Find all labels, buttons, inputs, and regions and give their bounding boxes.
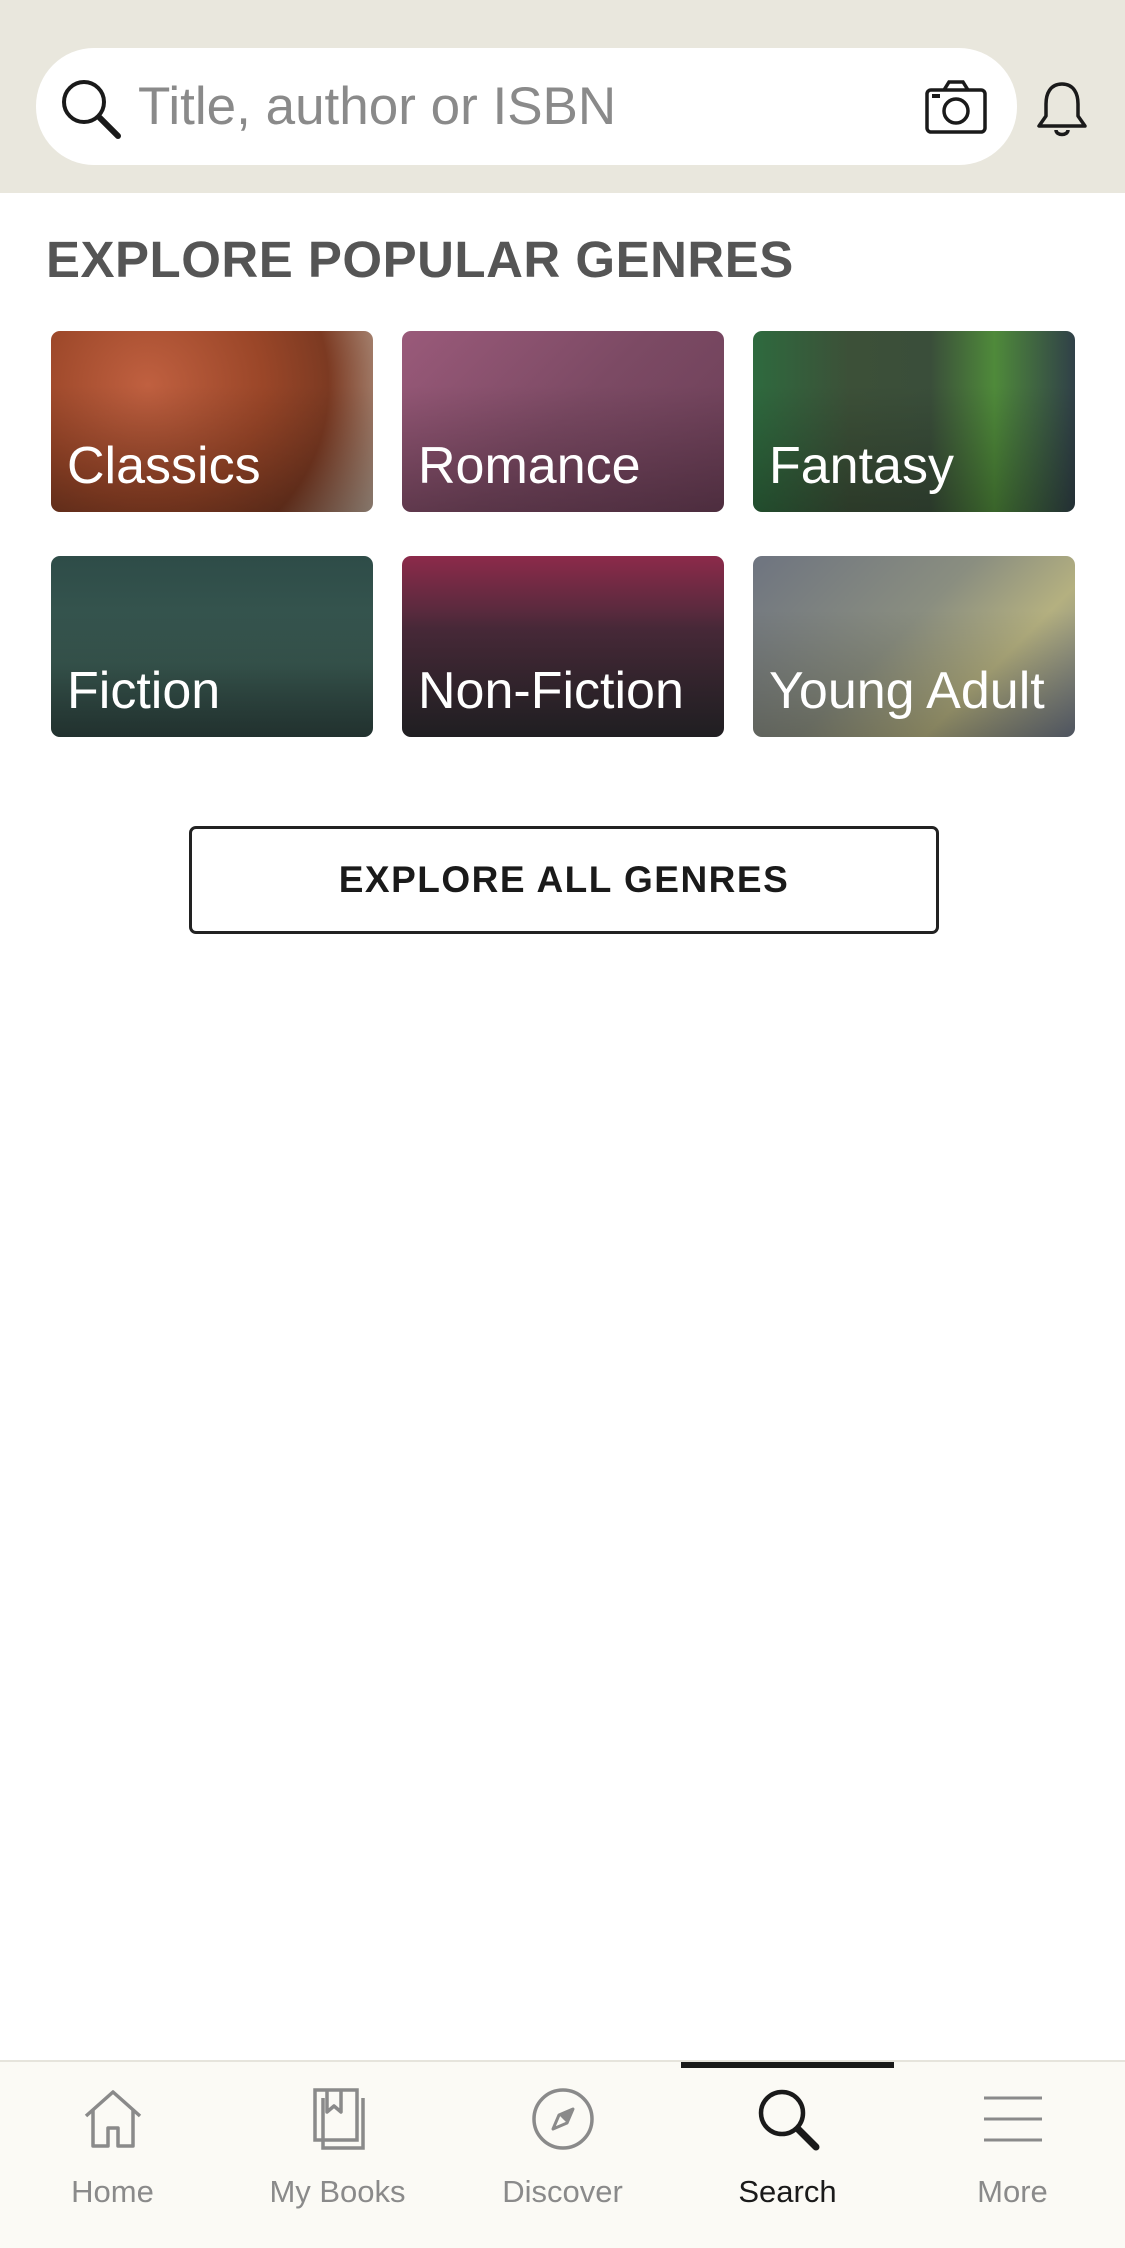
active-tab-indicator [681, 2062, 894, 2068]
section-title: EXPLORE POPULAR GENRES [46, 231, 794, 288]
genre-label: Fiction [67, 662, 221, 720]
books-icon [313, 2088, 365, 2150]
genre-tile-fiction[interactable]: Fiction [51, 556, 373, 737]
tab-discover[interactable]: Discover [450, 2062, 675, 2248]
genre-label: Non-Fiction [418, 662, 684, 720]
genre-label: Romance [418, 437, 641, 495]
search-bar[interactable]: Title, author or ISBN [36, 48, 1017, 165]
genre-tile-classics[interactable]: Classics [51, 331, 373, 512]
tab-label: More [977, 2174, 1048, 2209]
bottom-tab-bar: Home My Books Discover Search More [0, 2060, 1125, 2248]
genre-label: Fantasy [769, 437, 954, 495]
top-header: Title, author or ISBN [0, 0, 1125, 193]
genre-tile-romance[interactable]: Romance [402, 331, 724, 512]
search-input[interactable]: Title, author or ISBN [138, 48, 616, 165]
tab-label: Discover [502, 2174, 623, 2209]
home-icon [84, 2090, 142, 2148]
search-icon [758, 2089, 820, 2151]
genre-tile-non-fiction[interactable]: Non-Fiction [402, 556, 724, 737]
camera-icon[interactable] [924, 78, 988, 136]
tab-more[interactable]: More [900, 2062, 1125, 2248]
tab-label: Home [71, 2174, 154, 2209]
tab-label: My Books [269, 2174, 406, 2209]
genre-label: Classics [67, 437, 261, 495]
tab-home[interactable]: Home [0, 2062, 225, 2248]
genre-tile-young-adult[interactable]: Young Adult [753, 556, 1075, 737]
menu-icon [984, 2096, 1042, 2142]
compass-icon [532, 2088, 594, 2150]
tab-search[interactable]: Search [675, 2062, 900, 2248]
search-icon [62, 80, 121, 139]
genre-tile-fantasy[interactable]: Fantasy [753, 331, 1075, 512]
genre-label: Young Adult [769, 662, 1045, 720]
tab-my-books[interactable]: My Books [225, 2062, 450, 2248]
bell-icon[interactable] [1034, 78, 1090, 140]
explore-all-genres-button[interactable]: EXPLORE ALL GENRES [189, 826, 939, 934]
tab-label: Search [738, 2174, 837, 2209]
